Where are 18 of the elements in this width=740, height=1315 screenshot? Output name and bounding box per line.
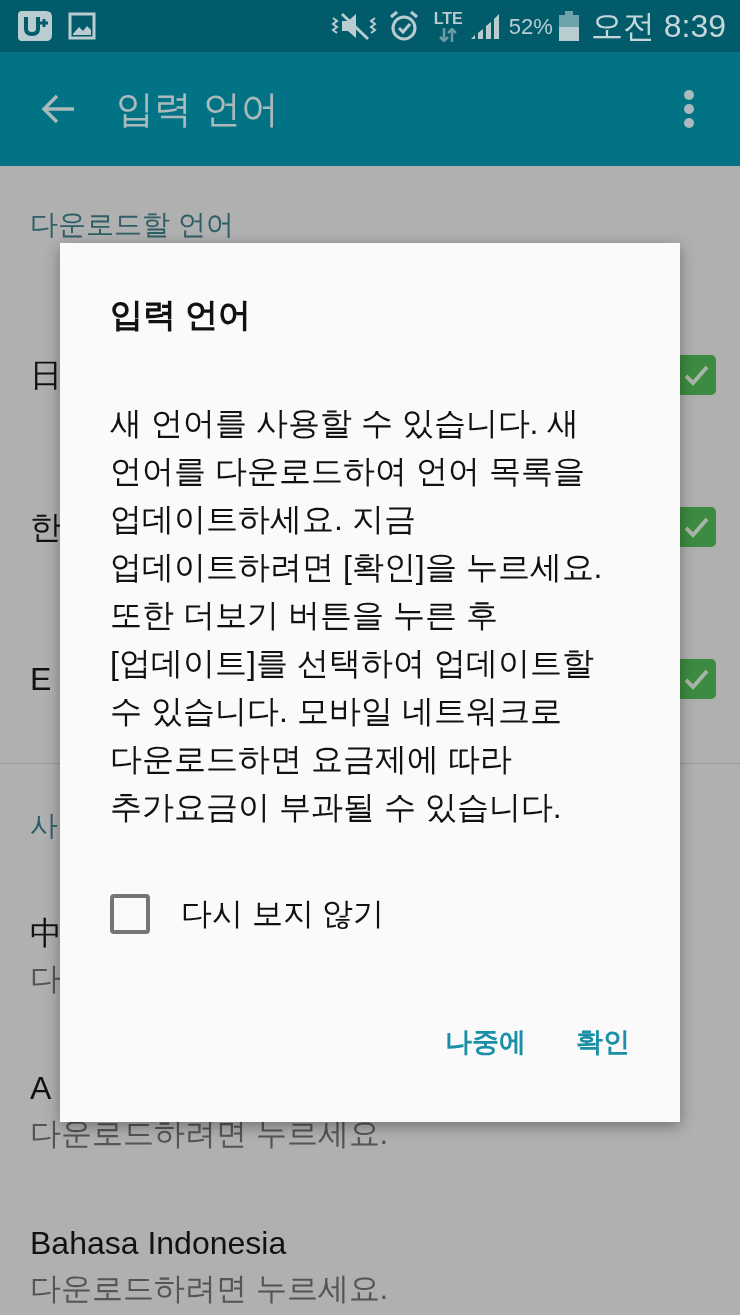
language-name: 中 xyxy=(30,913,62,953)
battery-percent: 52% xyxy=(508,12,553,41)
language-name: 日 xyxy=(30,356,62,395)
language-name: 한 xyxy=(30,508,62,547)
language-name: E xyxy=(30,660,52,699)
clock: 오전 8:39 xyxy=(590,7,726,46)
item-subtitle: 다운로드하려면 누르세요. xyxy=(30,1114,389,1153)
item-subtitle: 다 xyxy=(30,959,61,998)
dialog-message: 새 언어를 사용할 수 있습니다. 새 언어를 다운로드하여 언어 목록을 업데이트하세요. 지금 업데이트하려면 [확인]을 누르세요. 또한 더보기 버튼을 누른 후 [업데이트]를 선택하여 업데이트할 수 있습니다. 모바일 네트워크로 다운로드하면 요금제에 따라 추가요금이 부과될 수 있습니다. xyxy=(110,404,604,827)
language-name: Bahasa Indonesia xyxy=(30,1223,287,1263)
section-header: 다운로드할 언어 xyxy=(30,209,234,240)
checkbox-label: 다시 보지 않기 xyxy=(181,895,385,933)
section-header: 사 xyxy=(30,810,58,841)
dialog-title: 입력 언어 xyxy=(110,295,253,335)
item-subtitle: 다운로드하려면 누르세요. xyxy=(30,1269,389,1308)
language-name: A xyxy=(30,1068,52,1108)
network-label: LTE xyxy=(433,10,463,28)
screen-title: 입력 언어 xyxy=(116,86,280,132)
